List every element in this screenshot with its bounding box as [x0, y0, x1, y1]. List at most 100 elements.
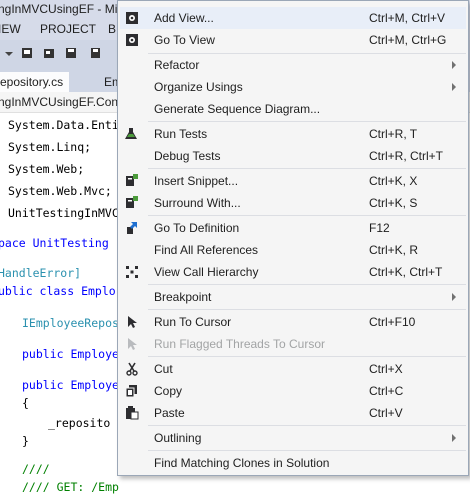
menu-item-go-to-view[interactable]: Go To View Ctrl+M, Ctrl+G: [120, 29, 466, 51]
code-line: HandleError]: [0, 266, 82, 280]
menu-item-label: Paste: [154, 406, 185, 420]
add-view-icon: [124, 10, 140, 26]
menu-item-label: Surround With...: [154, 196, 241, 210]
menu-item-cut[interactable]: Cut Ctrl+X: [120, 358, 466, 380]
copy-icon: [124, 383, 140, 399]
go-to-view-icon: [124, 32, 140, 48]
menu-item-shortcut: Ctrl+M, Ctrl+G: [369, 33, 447, 47]
code-line: }: [22, 434, 29, 448]
open-file-icon[interactable]: [42, 46, 56, 60]
surround-with-icon: [124, 195, 140, 211]
menu-item-insert-snippet[interactable]: Insert Snippet... Ctrl+K, X: [120, 170, 466, 192]
menu-item-label: Find All References: [154, 243, 259, 257]
menu-build[interactable]: B: [108, 22, 116, 36]
menu-item-label: Run To Cursor: [154, 315, 232, 329]
menu-item-add-view[interactable]: Add View... Ctrl+M, Ctrl+V: [120, 7, 466, 29]
menu-item-shortcut: Ctrl+C: [369, 384, 404, 398]
menu-item-find-all-references[interactable]: Find All References Ctrl+K, R: [120, 239, 466, 261]
menu-project[interactable]: PROJECT: [40, 22, 96, 36]
run-tests-icon: [124, 126, 140, 142]
menu-item-label: Run Flagged Threads To Cursor: [154, 337, 325, 351]
menu-item-shortcut: Ctrl+X: [369, 362, 403, 376]
code-line: ublic class Emplo: [0, 284, 116, 298]
code-line: System.Web;: [8, 162, 85, 176]
menu-item-shortcut: Ctrl+R, T: [369, 127, 418, 141]
menu-item-label: Generate Sequence Diagram...: [154, 102, 321, 116]
code-line: public Employe: [22, 378, 119, 392]
menu-item-surround-with[interactable]: Surround With... Ctrl+K, S: [120, 192, 466, 214]
menu-item-label: Debug Tests: [154, 149, 221, 163]
menu-item-view-call-hierarchy[interactable]: View Call Hierarchy Ctrl+K, Ctrl+T: [120, 261, 466, 283]
menu-item-run-tests[interactable]: Run Tests Ctrl+R, T: [120, 123, 466, 145]
menu-item-shortcut: Ctrl+K, X: [369, 174, 418, 188]
menu-item-shortcut: F12: [369, 221, 390, 235]
navigation-project[interactable]: ngInMVCUsingEF.Cont: [0, 95, 121, 109]
menu-item-find-matching-clones[interactable]: Find Matching Clones in Solution: [120, 452, 466, 474]
new-project-icon[interactable]: [20, 46, 34, 60]
code-line: _reposito: [48, 416, 111, 430]
paste-icon: [124, 405, 140, 421]
menu-view[interactable]: IEW: [0, 22, 21, 36]
menu-item-go-to-definition[interactable]: Go To Definition F12: [120, 217, 466, 239]
menu-item-outlining[interactable]: Outlining: [120, 427, 466, 449]
save-all-icon[interactable]: [88, 46, 102, 60]
menu-separator: [148, 450, 466, 451]
menu-item-label: Outlining: [154, 431, 202, 445]
menu-item-label: Run Tests: [154, 127, 208, 141]
menu-item-label: Organize Usings: [154, 80, 243, 94]
menu-item-paste[interactable]: Paste Ctrl+V: [120, 402, 466, 424]
code-line: System.Linq;: [8, 140, 92, 154]
menu-separator: [148, 425, 466, 426]
scissors-icon: [124, 361, 140, 377]
menu-item-label: Find Matching Clones in Solution: [154, 456, 330, 470]
menu-item-label: Go To Definition: [154, 221, 240, 235]
code-line: //// GET: /Emp: [22, 480, 119, 494]
submenu-arrow-icon: [452, 293, 456, 301]
menu-separator: [148, 284, 466, 285]
menu-item-shortcut: Ctrl+F10: [369, 315, 416, 329]
code-line: ////: [22, 462, 50, 476]
menu-item-shortcut: Ctrl+R, Ctrl+T: [369, 149, 444, 163]
cursor-icon: [124, 314, 140, 330]
code-line: public Employe: [22, 347, 119, 361]
code-line: pace UnitTesting: [0, 236, 109, 250]
menu-item-run-flagged-threads-to-cursor: Run Flagged Threads To Cursor: [120, 333, 466, 355]
code-line: IEmployeeReposi: [22, 316, 126, 330]
menu-item-label: Insert Snippet...: [154, 174, 239, 188]
code-line: System.Data.Enti: [8, 118, 119, 132]
menu-item-label: Go To View: [154, 33, 215, 47]
tab-repository[interactable]: epository.cs: [0, 72, 70, 92]
menu-item-debug-tests[interactable]: Debug Tests Ctrl+R, Ctrl+T: [120, 145, 466, 167]
menu-separator: [148, 356, 466, 357]
menu-item-shortcut: Ctrl+K, Ctrl+T: [369, 265, 443, 279]
menu-item-organize-usings[interactable]: Organize Usings: [120, 76, 466, 98]
call-hierarchy-icon: [124, 264, 140, 280]
menu-item-shortcut: Ctrl+V: [369, 406, 403, 420]
menu-item-run-to-cursor[interactable]: Run To Cursor Ctrl+F10: [120, 311, 466, 333]
menu-item-label: Cut: [154, 362, 173, 376]
code-line: System.Web.Mvc;: [8, 184, 112, 198]
menu-separator: [148, 168, 466, 169]
context-menu: Add View... Ctrl+M, Ctrl+V Go To View Ct…: [117, 0, 469, 476]
save-icon[interactable]: [64, 46, 78, 60]
menu-item-copy[interactable]: Copy Ctrl+C: [120, 380, 466, 402]
submenu-arrow-icon: [452, 434, 456, 442]
menu-item-label: Copy: [154, 384, 183, 398]
menu-separator: [148, 121, 466, 122]
menu-item-label: Add View...: [154, 11, 214, 25]
menu-item-shortcut: Ctrl+K, S: [369, 196, 418, 210]
menu-item-generate-sequence-diagram[interactable]: Generate Sequence Diagram...: [120, 98, 466, 120]
menu-item-breakpoint[interactable]: Breakpoint: [120, 286, 466, 308]
menu-item-shortcut: Ctrl+K, R: [369, 243, 419, 257]
insert-snippet-icon: [124, 173, 140, 189]
flagged-cursor-icon: [124, 336, 140, 352]
menu-item-label: Refactor: [154, 58, 200, 72]
dropdown-arrow-icon[interactable]: [2, 46, 16, 60]
menu-item-label: View Call Hierarchy: [154, 265, 259, 279]
menu-separator: [148, 309, 466, 310]
menu-separator: [148, 215, 466, 216]
submenu-arrow-icon: [452, 61, 456, 69]
menu-item-refactor[interactable]: Refactor: [120, 54, 466, 76]
submenu-arrow-icon: [452, 83, 456, 91]
go-to-definition-icon: [124, 220, 140, 236]
